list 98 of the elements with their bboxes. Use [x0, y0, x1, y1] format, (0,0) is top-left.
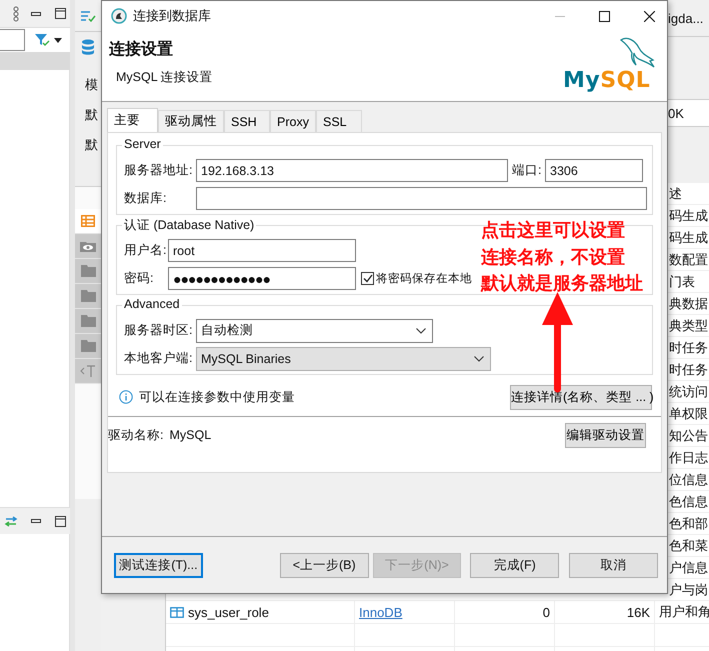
- search-field[interactable]: [0, 29, 25, 51]
- tab[interactable]: 驱动属性: [158, 110, 224, 132]
- table-cell: 知公告: [669, 426, 708, 444]
- tab[interactable]: SSL: [316, 110, 362, 132]
- table-cell: 0: [542, 604, 550, 620]
- table-cell: 统访问: [669, 382, 708, 400]
- password-input[interactable]: ●●●●●●●●●●●●●: [168, 267, 356, 290]
- swap-arrows-icon[interactable]: [4, 516, 18, 526]
- table-cell: 单权限: [669, 404, 708, 422]
- table-cell: 码生成: [669, 206, 708, 224]
- maximize-icon[interactable]: [55, 516, 66, 526]
- table-cell: 16K: [626, 604, 650, 620]
- more-icon[interactable]: [13, 6, 19, 22]
- table-cell: sys_user_role: [188, 604, 269, 620]
- close-icon[interactable]: [644, 10, 655, 22]
- group-title: Advanced: [122, 297, 182, 311]
- maximize-icon[interactable]: [599, 10, 610, 22]
- table-cell: 典数据: [669, 294, 708, 312]
- dialog-heading: 连接设置: [109, 39, 174, 60]
- username-input[interactable]: root: [168, 239, 356, 262]
- timezone-dropdown[interactable]: 自动检测: [196, 318, 433, 342]
- side-tab[interactable]: [75, 359, 101, 384]
- text-code-icon: [80, 365, 96, 377]
- table-cell: 户与岗: [669, 580, 708, 598]
- field-label: 默: [85, 136, 98, 154]
- tab[interactable]: SSH: [224, 110, 270, 132]
- engine-link[interactable]: InnoDB: [359, 604, 402, 620]
- table-icon: [170, 606, 184, 618]
- edit-driver-button[interactable]: 编辑驱动设置: [565, 422, 646, 448]
- minimize-icon[interactable]: [31, 519, 41, 523]
- dialog-subheading: MySQL 连接设置: [116, 69, 214, 86]
- mysql-logo: MySQL: [561, 34, 661, 96]
- driver-label: 驱动名称:: [108, 426, 164, 444]
- table-cell: 门表: [669, 272, 695, 290]
- table-cell: 色信息: [669, 492, 708, 510]
- dialog-button[interactable]: <上一步(B): [280, 553, 369, 578]
- caret-icon[interactable]: [54, 38, 62, 42]
- checkbox[interactable]: [361, 272, 374, 285]
- eye-icon: [80, 240, 96, 252]
- connection-details-button[interactable]: 连接详情(名称、类型 ... ): [510, 384, 652, 410]
- field-label: 密码:: [124, 270, 154, 287]
- info-text: 可以在连接参数中使用变量: [139, 388, 295, 406]
- table-cell: 码生成: [669, 228, 708, 246]
- minimize-icon[interactable]: [31, 12, 41, 16]
- client-dropdown[interactable]: MySQL Binaries: [196, 346, 491, 370]
- table-cell: 用户和角: [659, 603, 709, 621]
- table-cell: 典类型: [669, 316, 708, 334]
- app-logo-icon: [111, 8, 127, 24]
- table-cell: 色和部: [669, 514, 708, 532]
- dialog-button[interactable]: 测试连接(T)...: [114, 553, 203, 578]
- field-label: 服务器地址:: [124, 162, 194, 179]
- list-check-icon[interactable]: [80, 10, 96, 22]
- checkbox-label[interactable]: 将密码保存在本地: [376, 271, 472, 286]
- table-cell: 作日志: [669, 448, 708, 466]
- side-tab[interactable]: [75, 209, 101, 234]
- size-value: 0K: [668, 106, 684, 120]
- side-tab[interactable]: [75, 234, 101, 259]
- folder-icon: [80, 315, 96, 327]
- table-icon: [81, 215, 95, 227]
- tab[interactable]: 主要: [107, 108, 158, 132]
- annotation-text: 点击这里可以设置 连接名称，不设置 默认就是服务器地址: [481, 219, 643, 295]
- table-cell: 色和菜: [669, 536, 708, 554]
- field-label: 本地客户端:: [124, 350, 194, 367]
- field-label: 用户名:: [124, 242, 168, 259]
- database-icon: [81, 39, 95, 55]
- folder-icon: [80, 265, 96, 277]
- tab[interactable]: Proxy: [270, 110, 316, 132]
- table-cell: 时任务: [669, 338, 708, 356]
- side-tab[interactable]: [75, 284, 101, 309]
- caret-icon: [474, 356, 484, 362]
- side-tab[interactable]: [75, 309, 101, 334]
- maximize-icon[interactable]: [55, 8, 66, 19]
- database-input[interactable]: [196, 187, 647, 210]
- field-label: 模: [85, 76, 98, 94]
- tab-title[interactable]: igda...: [668, 10, 704, 26]
- table-cell: 数配置: [669, 250, 708, 268]
- field-label: 默: [85, 106, 98, 124]
- dialog-button[interactable]: 完成(F): [470, 553, 560, 578]
- group-title: 认证 (Database Native): [122, 217, 256, 234]
- window-title: 连接到数据库: [133, 7, 211, 25]
- table-cell: 述: [669, 184, 682, 202]
- folder-icon: [80, 340, 96, 352]
- field-label: 数据库:: [124, 190, 168, 207]
- folder-icon: [80, 290, 96, 302]
- caret-icon: [416, 328, 426, 334]
- dialog-button[interactable]: 取消: [569, 553, 658, 578]
- group-title: Server: [122, 137, 163, 151]
- table-cell: 时任务: [669, 360, 708, 378]
- field-label: 端口:: [512, 162, 542, 179]
- side-tab[interactable]: [75, 334, 101, 359]
- host-input[interactable]: 192.168.3.13: [196, 159, 508, 182]
- field-label: 服务器时区:: [124, 322, 194, 339]
- port-input[interactable]: 3306: [545, 159, 643, 182]
- info-icon: [119, 390, 133, 404]
- side-tab[interactable]: [75, 259, 101, 284]
- driver-name: MySQL: [169, 428, 212, 442]
- table-cell: 位信息: [669, 470, 708, 488]
- table-cell: 户信息: [669, 558, 708, 576]
